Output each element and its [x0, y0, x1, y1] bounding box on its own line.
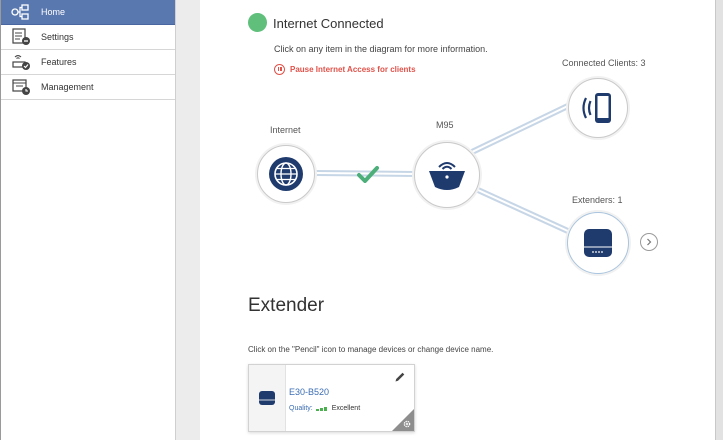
extender-device-icon — [259, 391, 275, 405]
connected-clients-node[interactable] — [568, 78, 628, 138]
extender-heading: Extender — [248, 295, 325, 316]
network-icon — [11, 3, 31, 21]
sidebar-item-label: Features — [41, 57, 77, 67]
router-icon — [429, 162, 465, 190]
sidebar-item-management[interactable]: Management — [1, 75, 175, 100]
gear-icon[interactable] — [403, 420, 411, 428]
sidebar: Home Settings Features Management — [0, 0, 176, 440]
extender-card[interactable]: E30-B520 Quality: Excellent — [248, 364, 415, 432]
next-arrow-button[interactable] — [640, 233, 658, 251]
management-icon — [11, 78, 31, 96]
quality-value: Excellent — [331, 405, 361, 412]
extender-node[interactable] — [567, 212, 629, 274]
sidebar-item-settings[interactable]: Settings — [1, 25, 175, 50]
quality-label: Quality: — [289, 405, 313, 412]
clients-label: Connected Clients: 3 — [562, 58, 646, 68]
mobile-device-icon — [582, 93, 611, 123]
device-name: E30-B520 — [289, 387, 330, 397]
internet-label: Internet — [270, 125, 301, 135]
internet-node[interactable] — [257, 145, 315, 203]
main-content: Internet Connected Click on any item in … — [200, 0, 715, 440]
globe-icon — [269, 157, 303, 191]
chevron-right-icon — [647, 238, 652, 246]
router-label: M95 — [436, 120, 454, 130]
connected-check-icon — [357, 166, 379, 183]
sidebar-item-features[interactable]: Features — [1, 50, 175, 75]
extenders-label: Extenders: 1 — [572, 195, 623, 205]
extender-device-icon — [584, 229, 612, 257]
sidebar-item-label: Management — [41, 82, 94, 92]
sidebar-item-label: Home — [41, 7, 66, 17]
signal-bars-icon — [315, 406, 327, 411]
quality-row: Quality: Excellent — [289, 405, 360, 412]
sidebar-item-label: Settings — [41, 32, 74, 42]
settings-icon — [11, 28, 31, 46]
sidebar-item-home[interactable]: Home — [1, 0, 175, 25]
sidebar-gutter — [176, 0, 200, 440]
card-icon-strip — [249, 365, 286, 431]
extender-instructions: Click on the "Pencil" icon to manage dev… — [248, 345, 494, 354]
router-node[interactable] — [414, 142, 480, 208]
scrollbar[interactable] — [715, 0, 723, 440]
pencil-icon[interactable] — [394, 371, 406, 383]
features-icon — [11, 53, 31, 71]
